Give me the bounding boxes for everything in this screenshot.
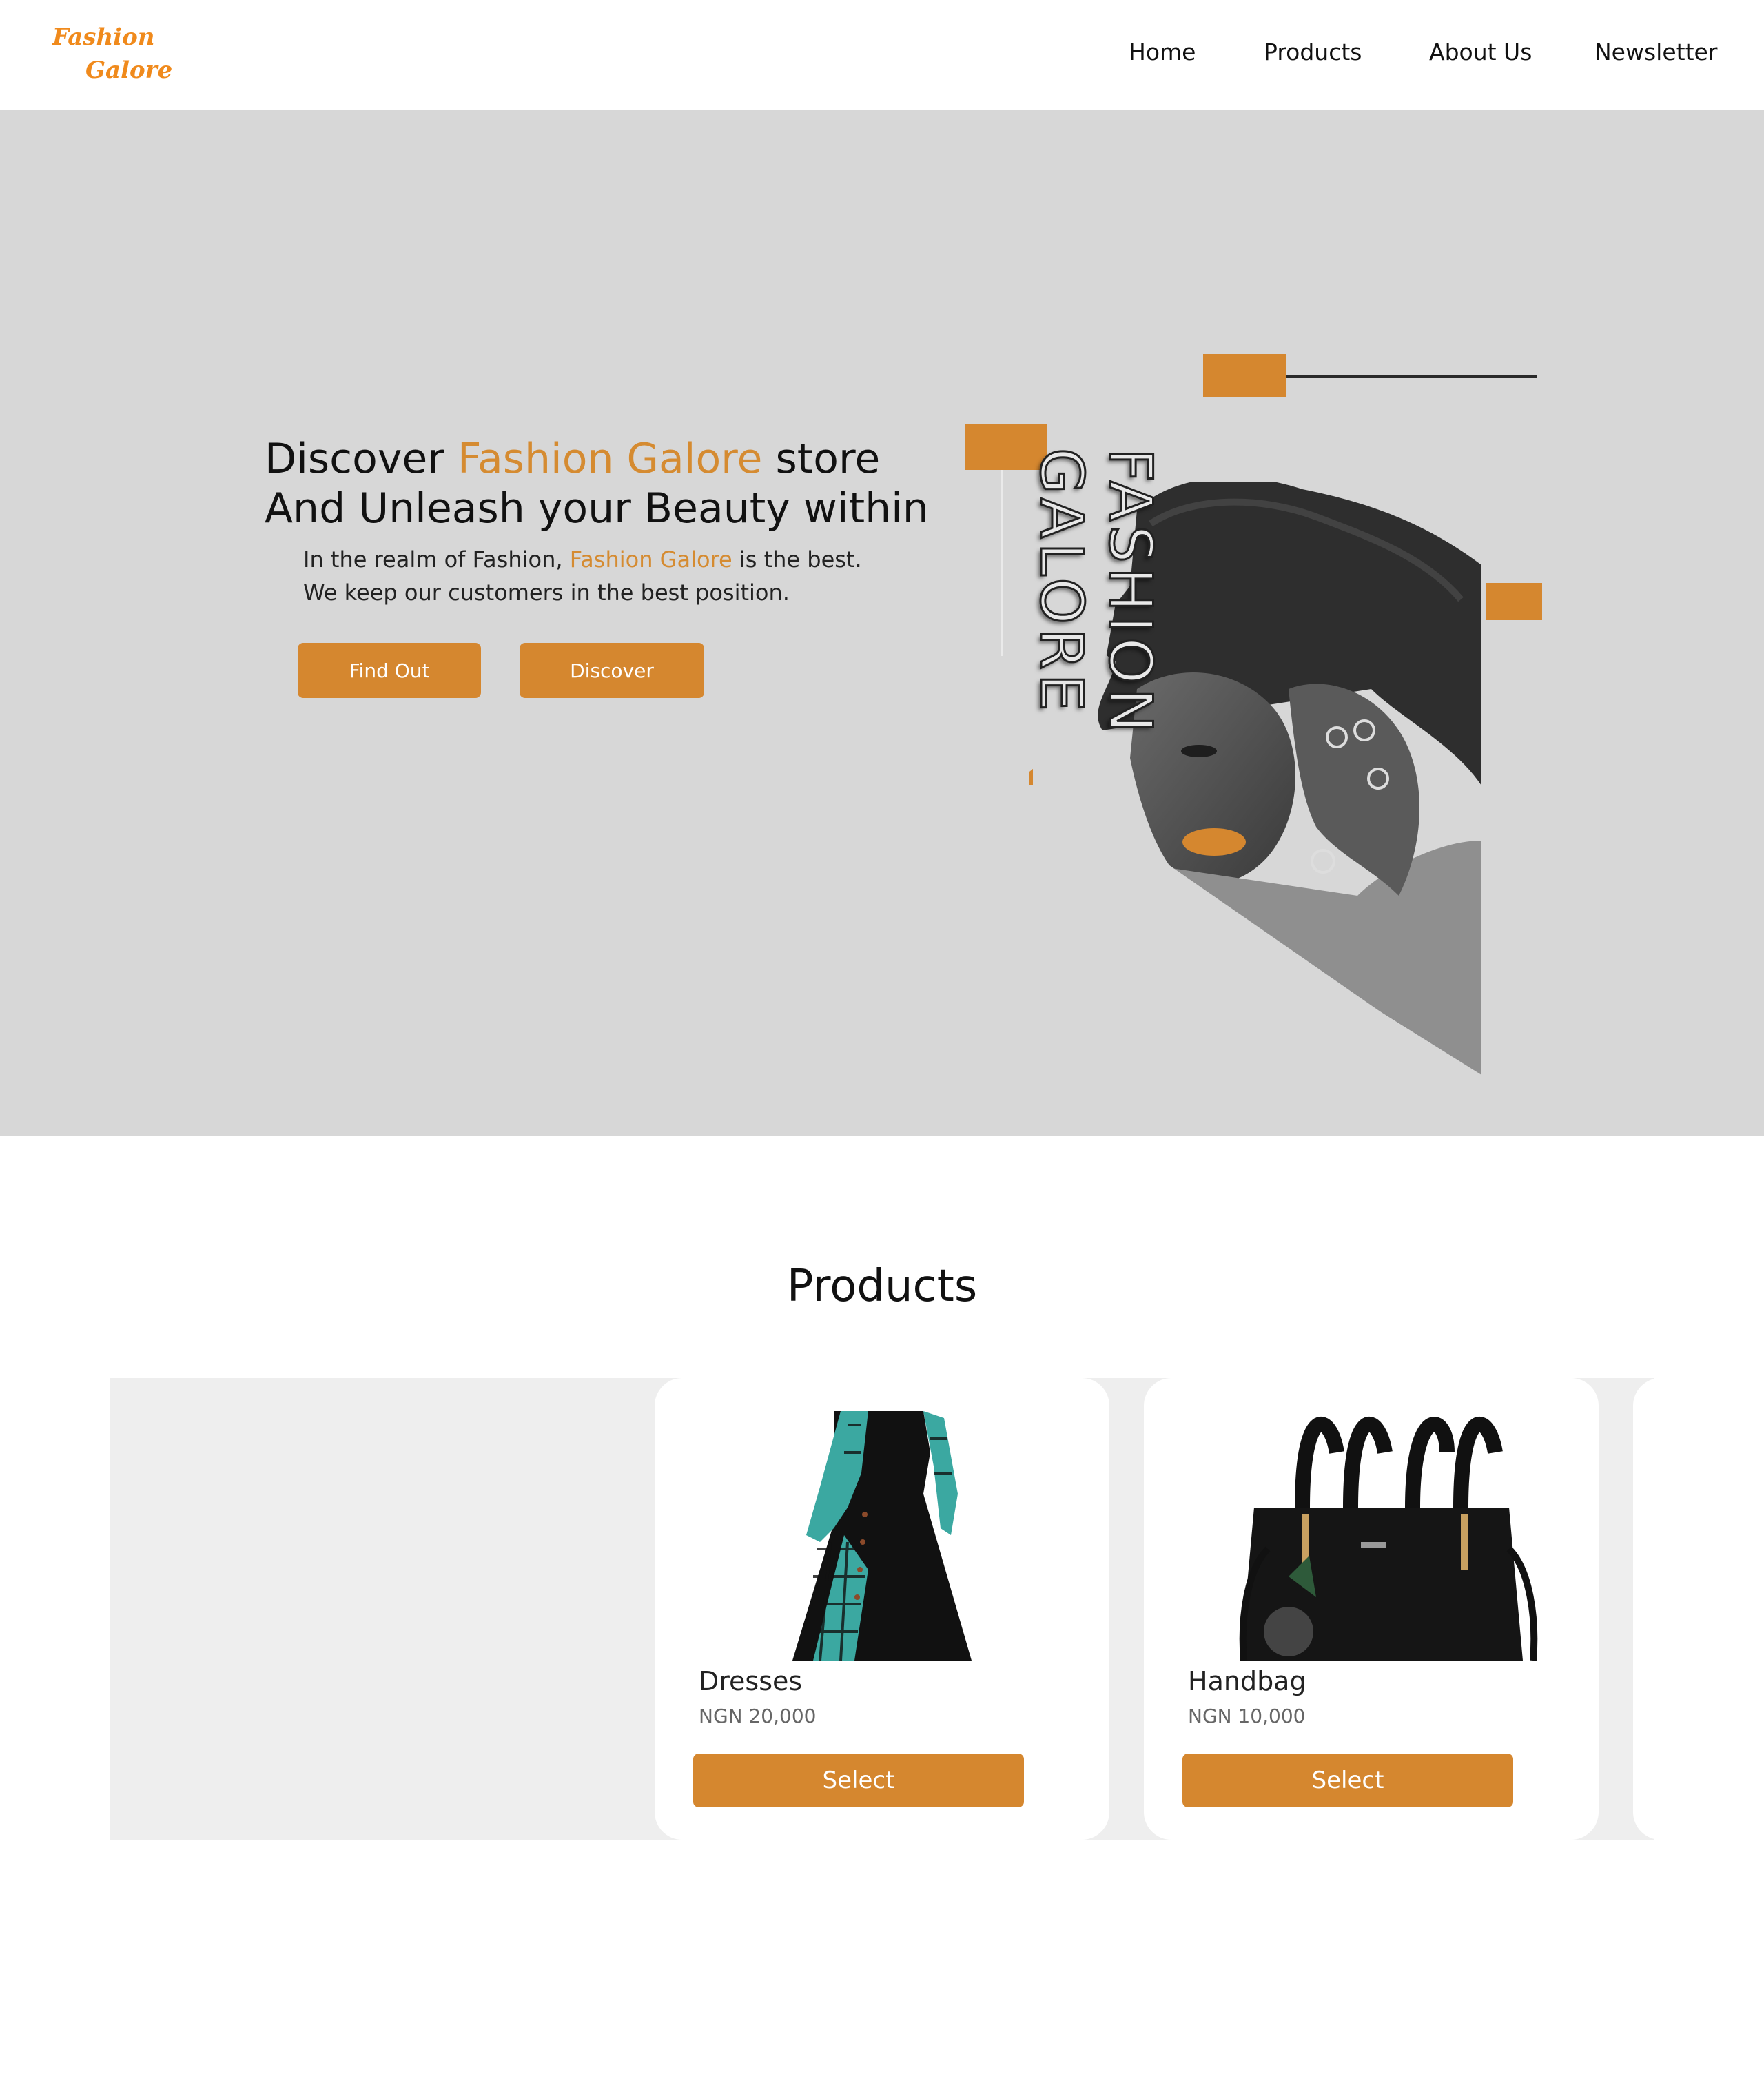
select-button-handbag[interactable]: Select: [1182, 1754, 1513, 1807]
decor-orange-block-right: [1486, 583, 1542, 620]
product-card-partial: [1633, 1378, 1654, 1840]
hero-vertical-title: FASHION GALORE: [1026, 447, 1166, 738]
discover-button[interactable]: Discover: [520, 643, 704, 698]
decor-thin-line: [1001, 470, 1003, 656]
dress-image: [792, 1411, 972, 1661]
product-card-handbag: Handbag NGN 10,000 Select: [1144, 1378, 1599, 1840]
nav-home[interactable]: Home: [1129, 39, 1196, 65]
nav-products[interactable]: Products: [1264, 39, 1362, 65]
hero-headline: Discover Fashion Galore store And Unleas…: [265, 434, 929, 533]
hero-headline-post: store: [762, 435, 881, 483]
hero-subtext: In the realm of Fashion, Fashion Galore …: [303, 543, 862, 609]
product-name: Handbag: [1188, 1666, 1306, 1696]
product-name: Dresses: [699, 1666, 803, 1696]
top-navbar: Fashion Galore Home Products About Us Ne…: [0, 0, 1764, 110]
hero-headline-line2: And Unleash your Beauty within: [265, 484, 929, 533]
hero-sub-accent: Fashion Galore: [569, 546, 732, 573]
nav-newsletter[interactable]: Newsletter: [1594, 39, 1717, 65]
brand-logo-line1: Fashion: [52, 23, 155, 51]
decor-orange-block-top: [1203, 354, 1286, 397]
hero-headline-pre: Discover: [265, 435, 458, 483]
hero-sub-line2: We keep our customers in the best positi…: [303, 579, 790, 606]
hero-section: Discover Fashion Galore store And Unleas…: [0, 110, 1764, 1136]
product-card-dresses: Dresses NGN 20,000 Select: [655, 1378, 1109, 1840]
hero-headline-accent: Fashion Galore: [458, 435, 763, 483]
hero-sub-pre: In the realm of Fashion,: [303, 546, 570, 573]
find-out-button[interactable]: Find Out: [298, 643, 481, 698]
product-price: NGN 10,000: [1188, 1705, 1306, 1727]
products-carousel[interactable]: Dresses NGN 20,000 Select Handbag NGN 10…: [110, 1378, 1654, 1840]
handbag-image: [1239, 1417, 1538, 1661]
products-title: Products: [786, 1261, 978, 1312]
decor-line-top: [1286, 375, 1537, 378]
hero-sub-post: is the best.: [732, 546, 862, 573]
product-price: NGN 20,000: [699, 1705, 817, 1727]
brand-logo[interactable]: Fashion Galore: [52, 21, 190, 90]
select-button-dresses[interactable]: Select: [693, 1754, 1024, 1807]
nav-about-us[interactable]: About Us: [1429, 39, 1532, 65]
brand-logo-line2: Galore: [85, 56, 173, 84]
